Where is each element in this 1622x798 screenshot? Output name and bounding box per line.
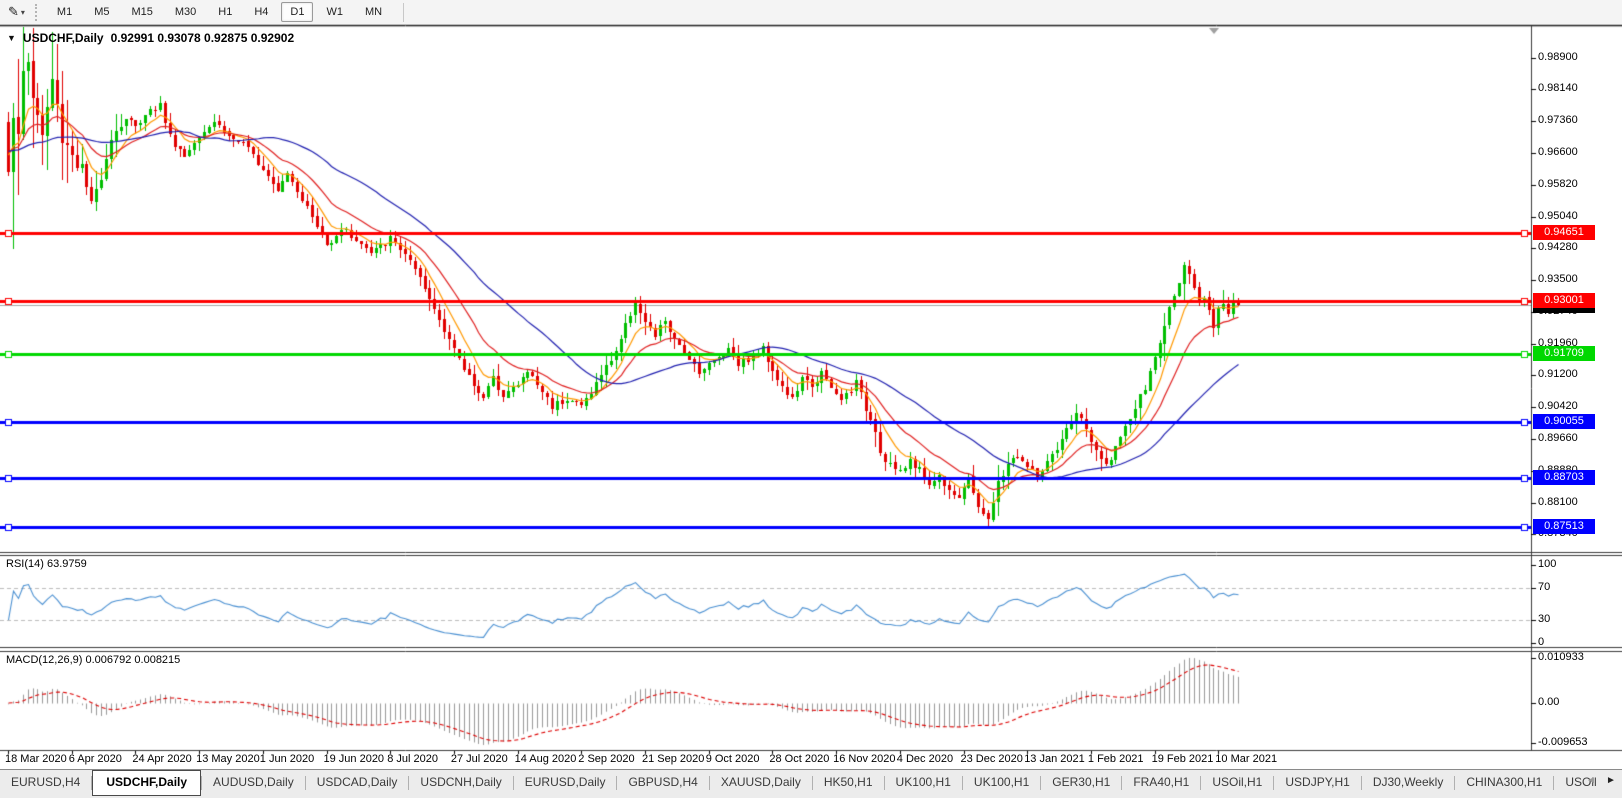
chevron-down-icon: ▾ bbox=[21, 8, 25, 17]
date-axis-label: 10 Mar 2021 bbox=[1215, 753, 1277, 765]
price-axis-tick: 0.98140 bbox=[1538, 82, 1578, 94]
price-axis-tick: 0.95820 bbox=[1538, 178, 1578, 190]
chart-tab-ger30-h1[interactable]: GER30,H1 bbox=[1041, 771, 1121, 794]
terminal-window: ✎ ▾ M1M5M15M30H1H4D1W1MN ▼ USDCHF,Daily … bbox=[0, 0, 1622, 798]
date-axis-label: 1 Jun 2020 bbox=[260, 753, 314, 765]
chart-tab-eurusd-h4[interactable]: EURUSD,H4 bbox=[0, 771, 91, 794]
chart-tab-uk100-h1[interactable]: UK100,H1 bbox=[885, 771, 962, 794]
macd-axis-tick: -0.009653 bbox=[1538, 736, 1588, 748]
macd-label: MACD(12,26,9) 0.006792 0.008215 bbox=[6, 654, 180, 666]
hline-price-label: 0.93001 bbox=[1533, 293, 1595, 308]
macd-axis-tick: 0.00 bbox=[1538, 696, 1559, 708]
date-axis-label: 19 Jun 2020 bbox=[324, 753, 385, 765]
price-axis-tick: 0.91200 bbox=[1538, 368, 1578, 380]
chart-tab-audusd-daily[interactable]: AUDUSD,Daily bbox=[202, 771, 305, 794]
price-axis-tick: 0.88100 bbox=[1538, 496, 1578, 508]
timeframe-button-m5[interactable]: M5 bbox=[85, 2, 118, 22]
rsi-axis-tick: 30 bbox=[1538, 613, 1550, 625]
macd-axis-tick: 0.010933 bbox=[1538, 651, 1584, 663]
chart-tab-usdcad-daily[interactable]: USDCAD,Daily bbox=[306, 771, 409, 794]
chart-tab-usdjpy-h1[interactable]: USDJPY,H1 bbox=[1274, 771, 1360, 794]
rsi-axis-tick: 0 bbox=[1538, 636, 1544, 648]
timeframe-button-h4[interactable]: H4 bbox=[245, 2, 277, 22]
chart-tab-bar: EURUSD,H4USDCHF,DailyAUDUSD,DailyUSDCAD,… bbox=[0, 769, 1622, 798]
chart-tab-gbpusd-h4[interactable]: GBPUSD,H4 bbox=[617, 771, 708, 794]
price-axis-tick: 0.89660 bbox=[1538, 432, 1578, 444]
price-axis-tick: 0.93500 bbox=[1538, 273, 1578, 285]
chart-title: ▼ USDCHF,Daily 0.92991 0.93078 0.92875 0… bbox=[7, 31, 294, 45]
chart-tab-xauusd-daily[interactable]: XAUUSD,Daily bbox=[710, 771, 812, 794]
tab-scroll-right-icon[interactable]: ► bbox=[1606, 775, 1616, 786]
chart-tab-usoil-h1[interactable]: USOil,H1 bbox=[1201, 771, 1273, 794]
timeframe-button-d1[interactable]: D1 bbox=[281, 2, 313, 22]
price-axis-tick: 0.95040 bbox=[1538, 210, 1578, 222]
toolbar-separator bbox=[403, 3, 404, 22]
date-axis-label: 9 Oct 2020 bbox=[706, 753, 760, 765]
rsi-axis-tick: 70 bbox=[1538, 581, 1550, 593]
chart-tab-china300-h1[interactable]: CHINA300,H1 bbox=[1455, 771, 1553, 794]
date-axis-label: 2 Sep 2020 bbox=[578, 753, 634, 765]
chart-dropdown-icon[interactable]: ▼ bbox=[7, 33, 16, 43]
timeframe-buttons: M1M5M15M30H1H4D1W1MN bbox=[46, 2, 393, 22]
date-axis-label: 6 Apr 2020 bbox=[69, 753, 122, 765]
date-axis-label: 27 Jul 2020 bbox=[451, 753, 508, 765]
price-axis-tick: 0.98900 bbox=[1538, 51, 1578, 63]
chart-tab-usoil[interactable]: USOil bbox=[1554, 771, 1607, 794]
hline-price-label: 0.88703 bbox=[1533, 470, 1595, 485]
timeframe-button-w1[interactable]: W1 bbox=[317, 2, 352, 22]
timeframe-button-m1[interactable]: M1 bbox=[48, 2, 81, 22]
toolbar-grip bbox=[35, 4, 38, 21]
chart-tab-usdcnh-daily[interactable]: USDCNH,Daily bbox=[409, 771, 512, 794]
date-axis-label: 4 Dec 2020 bbox=[897, 753, 953, 765]
hline-price-label: 0.87513 bbox=[1533, 519, 1595, 534]
hline-price-label: 0.94651 bbox=[1533, 225, 1595, 240]
price-axis-tick: 0.90420 bbox=[1538, 400, 1578, 412]
timeframe-button-mn[interactable]: MN bbox=[356, 2, 391, 22]
date-axis-label: 13 Jan 2021 bbox=[1024, 753, 1085, 765]
timeframe-button-m30[interactable]: M30 bbox=[166, 2, 205, 22]
date-axis-label: 19 Feb 2021 bbox=[1152, 753, 1214, 765]
rsi-label: RSI(14) 63.9759 bbox=[6, 558, 87, 570]
chart-tab-eurusd-daily[interactable]: EURUSD,Daily bbox=[514, 771, 617, 794]
hline-price-label: 0.90055 bbox=[1533, 414, 1595, 429]
chart-tab-uk100-h1[interactable]: UK100,H1 bbox=[963, 771, 1040, 794]
chart-tab-fra40-h1[interactable]: FRA40,H1 bbox=[1122, 771, 1200, 794]
date-axis-label: 1 Feb 2021 bbox=[1088, 753, 1144, 765]
timeframe-button-h1[interactable]: H1 bbox=[209, 2, 241, 22]
price-axis-tick: 0.94280 bbox=[1538, 241, 1578, 253]
chart-tab-dj30-weekly[interactable]: DJ30,Weekly bbox=[1362, 771, 1454, 794]
date-axis-label: 14 Aug 2020 bbox=[515, 753, 577, 765]
chart-tool-button[interactable]: ✎ ▾ bbox=[2, 2, 31, 23]
toolbar: ✎ ▾ M1M5M15M30H1H4D1W1MN bbox=[0, 0, 1622, 25]
chart-symbol: USDCHF,Daily bbox=[23, 31, 104, 45]
hline-price-label: 0.91709 bbox=[1533, 346, 1595, 361]
chart-tab-usdchf-daily[interactable]: USDCHF,Daily bbox=[92, 770, 201, 796]
date-axis-label: 28 Oct 2020 bbox=[769, 753, 829, 765]
date-axis-label: 24 Apr 2020 bbox=[132, 753, 191, 765]
price-chart-canvas[interactable] bbox=[0, 25, 1622, 770]
date-axis-label: 23 Dec 2020 bbox=[961, 753, 1023, 765]
timeframe-button-m15[interactable]: M15 bbox=[122, 2, 161, 22]
rsi-axis-tick: 100 bbox=[1538, 558, 1556, 570]
chart-tab-hk50-h1[interactable]: HK50,H1 bbox=[813, 771, 884, 794]
date-axis-label: 13 May 2020 bbox=[196, 753, 260, 765]
date-axis-label: 16 Nov 2020 bbox=[833, 753, 895, 765]
price-axis-tick: 0.96600 bbox=[1538, 146, 1578, 158]
pen-icon: ✎ bbox=[8, 4, 19, 20]
date-axis-label: 8 Jul 2020 bbox=[387, 753, 438, 765]
tab-scroll-left-icon[interactable]: ◄ bbox=[1586, 775, 1596, 786]
chart-ohlc-values: 0.92991 0.93078 0.92875 0.92902 bbox=[111, 31, 295, 45]
price-axis-tick: 0.97360 bbox=[1538, 114, 1578, 126]
date-axis-label: 18 Mar 2020 bbox=[5, 753, 67, 765]
date-axis-label: 21 Sep 2020 bbox=[642, 753, 704, 765]
